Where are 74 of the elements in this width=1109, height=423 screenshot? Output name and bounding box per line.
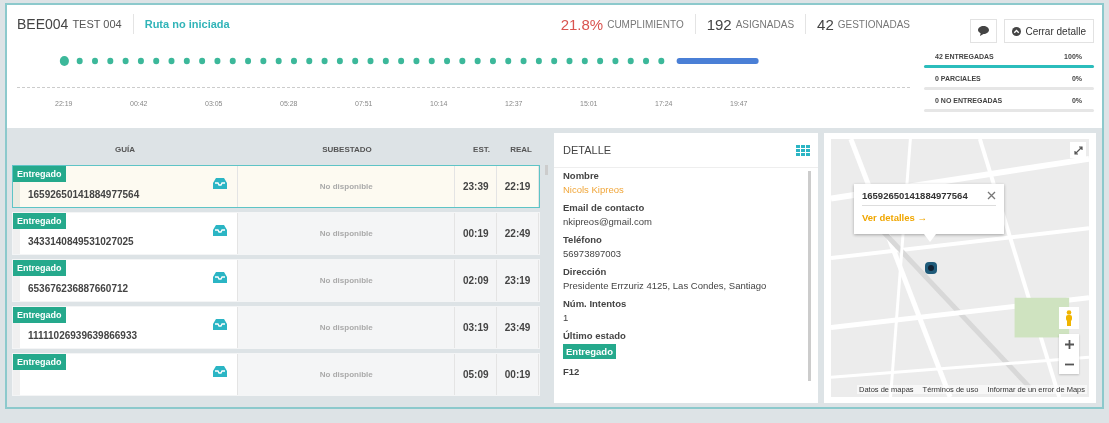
zoom-out-button[interactable] — [1059, 354, 1079, 374]
table-row[interactable]: Entregado 11111026939639866933 No disponible 03:19 23:49 — [12, 306, 540, 349]
guide-number: 16592650141884977564 — [28, 189, 140, 200]
detail-title: DETALLE — [563, 144, 612, 156]
substatus-cell: No disponible — [319, 229, 373, 238]
person-icon — [1065, 310, 1073, 326]
field-value: 1 — [563, 312, 569, 323]
estimated-time: 00:19 — [462, 228, 489, 239]
inbox-icon — [213, 178, 228, 189]
inbox-icon — [213, 225, 228, 236]
status-badge: Entregado — [13, 213, 66, 229]
route-status: Ruta no iniciada — [144, 18, 230, 30]
location-marker[interactable] — [925, 262, 937, 274]
field-label: Dirección — [563, 266, 607, 277]
comment-button[interactable] — [970, 19, 998, 43]
status-badge: Entregado — [13, 354, 66, 370]
estimated-time: 23:39 — [462, 181, 489, 192]
real-time: 22:49 — [504, 228, 531, 239]
popup-guide: 16592650141884977564 — [862, 190, 968, 201]
field-label: Teléfono — [563, 234, 602, 245]
status-badge: Entregado — [13, 166, 66, 182]
plus-icon — [1064, 339, 1074, 349]
substatus-cell: No disponible — [319, 182, 373, 191]
real-time: 00:19 — [504, 369, 531, 380]
stat-label: GESTIONADAS — [837, 18, 910, 30]
field-value: nkipreos@gmail.com — [563, 216, 652, 227]
expand-icon — [1073, 145, 1083, 155]
field-label: Nombre — [563, 170, 599, 181]
substatus-cell: No disponible — [319, 370, 373, 379]
guide-number: 653676236887660712 — [28, 283, 129, 294]
inbox-icon — [213, 319, 228, 330]
inbox-icon — [213, 272, 228, 283]
real-time: 23:19 — [504, 275, 531, 286]
table-row[interactable]: Entregado 16592650141884977564 No disponible 23:39 22:19 — [12, 165, 540, 208]
zoom-in-button[interactable] — [1059, 334, 1079, 354]
field-label: Núm. Intentos — [563, 298, 627, 309]
table-row[interactable]: Entregado 3433140849531027025 No disponible 00:19 22:49 — [12, 212, 540, 255]
stat-value: 21.8% — [560, 15, 604, 33]
column-header: EST. — [472, 144, 491, 154]
status-badge: Entregado — [13, 260, 66, 276]
guide-number: 3433140849531027025 — [28, 236, 134, 247]
stat-value: 192 — [706, 15, 732, 33]
field-value: Presidente Errzuriz 4125, Las Condes, Santiago — [563, 280, 767, 291]
fullscreen-button[interactable] — [1070, 142, 1086, 158]
field-label: F12 — [563, 366, 580, 377]
table-row[interactable]: Entregado 653676236887660712 No disponible 02:09 23:19 — [12, 259, 540, 302]
substatus-cell: No disponible — [319, 323, 373, 332]
status-badge: Entregado — [13, 307, 66, 323]
field-label: Email de contacto — [563, 202, 645, 213]
column-header: GUÍA — [114, 144, 136, 154]
column-header: SUBESTADO — [321, 144, 373, 154]
guide-number: 11111026939639866933 — [28, 330, 138, 341]
table-row[interactable]: Entregado No disponible 05:09 00:19 — [12, 353, 540, 396]
field-value: 56973897003 — [563, 248, 622, 259]
close-detail-button[interactable]: Cerrar detalle — [1004, 19, 1094, 43]
stat-value: 42 — [817, 15, 834, 33]
field-label: Último estado — [563, 330, 626, 341]
status-badge: Entregado — [563, 344, 616, 359]
route-name: TEST 004 — [72, 18, 122, 30]
estimated-time: 05:09 — [462, 369, 489, 380]
field-value: Nicols Kipreos — [563, 184, 624, 195]
speech-bubble-icon — [978, 26, 990, 36]
collapse-icon — [1012, 26, 1022, 36]
route-code: BEE004 — [17, 16, 69, 32]
inbox-icon — [213, 366, 228, 377]
column-header: REAL — [509, 144, 533, 154]
substatus-cell: No disponible — [319, 276, 373, 285]
estimated-time: 02:09 — [462, 275, 489, 286]
estimated-time: 03:19 — [462, 322, 489, 333]
real-time: 22:19 — [504, 181, 531, 192]
real-time: 23:49 — [504, 322, 531, 333]
stat-label: ASIGNADAS — [735, 18, 795, 30]
stat-label: CUMPLIMIENTO — [607, 18, 684, 30]
close-icon[interactable] — [987, 191, 996, 200]
